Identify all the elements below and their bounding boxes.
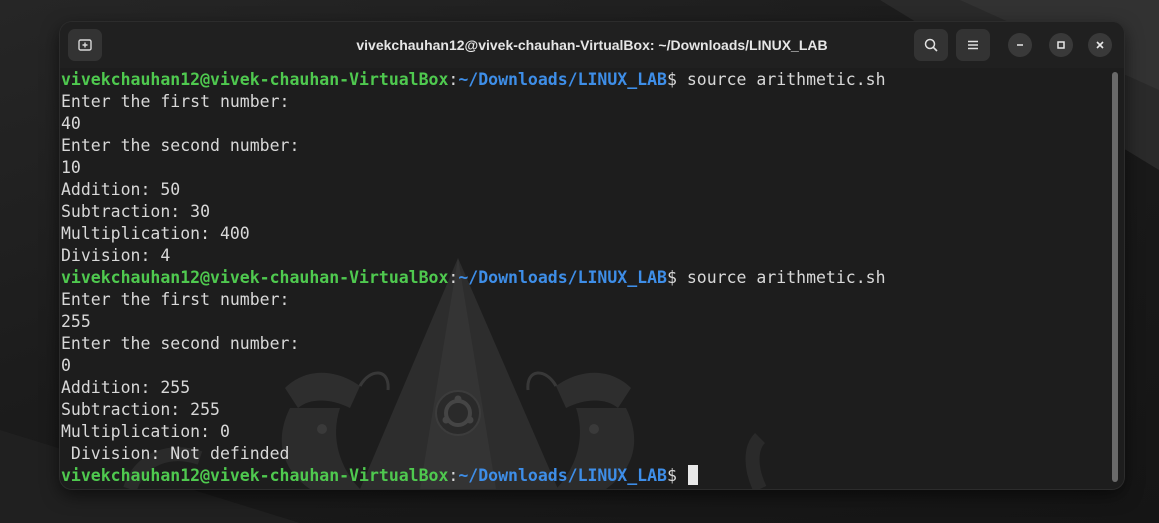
output-line: 0: [61, 355, 886, 377]
prompt-path: ~/Downloads/LINUX_LAB: [458, 70, 667, 89]
terminal-area[interactable]: vivekchauhan12@vivek-chauhan-VirtualBox:…: [60, 68, 1124, 489]
scrollbar[interactable]: [1112, 72, 1118, 482]
menu-button[interactable]: [956, 29, 990, 61]
maximize-icon: [1057, 41, 1065, 49]
search-button[interactable]: [914, 29, 948, 61]
new-tab-button[interactable]: [68, 29, 102, 61]
output-text: Subtraction: 30: [61, 202, 211, 221]
prompt-symbol: $: [666, 268, 687, 287]
output-line: Multiplication: 400: [61, 223, 886, 245]
output-text: 40: [61, 114, 81, 133]
minimize-icon: [1017, 44, 1023, 46]
title-bar[interactable]: vivekchauhan12@vivek-chauhan-VirtualBox:…: [60, 22, 1124, 68]
output-line: Multiplication: 0: [61, 421, 886, 443]
search-icon: [924, 38, 938, 52]
output-text: Enter the first number:: [61, 92, 290, 111]
output-text: Multiplication: 400: [61, 224, 250, 243]
output-line: Enter the second number:: [61, 135, 886, 157]
output-line: 10: [61, 157, 886, 179]
output-text: 0: [61, 356, 71, 375]
output-line: 40: [61, 113, 886, 135]
close-button[interactable]: [1088, 33, 1112, 57]
output-text: 255: [61, 312, 91, 331]
text-cursor[interactable]: [687, 465, 698, 485]
output-text: 10: [61, 158, 81, 177]
prompt-user: vivekchauhan12@vivek-chauhan-VirtualBox: [61, 70, 449, 89]
output-text: Multiplication: 0: [61, 422, 230, 441]
prompt-path: ~/Downloads/LINUX_LAB: [458, 466, 667, 485]
prompt-user: vivekchauhan12@vivek-chauhan-VirtualBox: [61, 268, 449, 287]
new-tab-icon: [78, 39, 92, 51]
prompt-line: vivekchauhan12@vivek-chauhan-VirtualBox:…: [61, 267, 886, 289]
prompt-line: vivekchauhan12@vivek-chauhan-VirtualBox:…: [61, 69, 886, 91]
prompt-symbol: $: [666, 466, 687, 485]
output-line: Subtraction: 255: [61, 399, 886, 421]
minimize-button[interactable]: [1008, 33, 1032, 57]
output-line: Enter the second number:: [61, 333, 886, 355]
output-text: Enter the second number:: [61, 334, 300, 353]
prompt-line: vivekchauhan12@vivek-chauhan-VirtualBox:…: [61, 465, 886, 487]
prompt-user: vivekchauhan12@vivek-chauhan-VirtualBox: [61, 466, 449, 485]
output-line: Enter the first number:: [61, 91, 886, 113]
output-text: Division: Not definded: [61, 444, 290, 463]
prompt-colon: :: [448, 466, 459, 485]
output-line: Subtraction: 30: [61, 201, 886, 223]
output-text: Subtraction: 255: [61, 400, 220, 419]
command-text: source arithmetic.sh: [686, 268, 886, 287]
prompt-colon: :: [448, 268, 459, 287]
hamburger-menu-icon: [968, 40, 978, 50]
prompt-colon: :: [448, 70, 459, 89]
output-line: Addition: 255: [61, 377, 886, 399]
window-title: vivekchauhan12@vivek-chauhan-VirtualBox:…: [356, 37, 828, 53]
output-line: Enter the first number:: [61, 289, 886, 311]
close-icon: [1096, 41, 1104, 49]
output-text: Enter the first number:: [61, 290, 290, 309]
command-text: source arithmetic.sh: [686, 70, 886, 89]
output-text: Enter the second number:: [61, 136, 300, 155]
prompt-symbol: $: [666, 70, 687, 89]
output-line: 255: [61, 311, 886, 333]
terminal-window: vivekchauhan12@vivek-chauhan-VirtualBox:…: [60, 22, 1124, 489]
prompt-path: ~/Downloads/LINUX_LAB: [458, 268, 667, 287]
output-text: Division: 4: [61, 246, 171, 265]
output-text: Addition: 50: [61, 180, 181, 199]
terminal-output: vivekchauhan12@vivek-chauhan-VirtualBox:…: [61, 69, 886, 487]
output-line: Division: 4: [61, 245, 886, 267]
output-line: Addition: 50: [61, 179, 886, 201]
output-line: Division: Not definded: [61, 443, 886, 465]
output-text: Addition: 255: [61, 378, 191, 397]
maximize-button[interactable]: [1049, 33, 1073, 57]
